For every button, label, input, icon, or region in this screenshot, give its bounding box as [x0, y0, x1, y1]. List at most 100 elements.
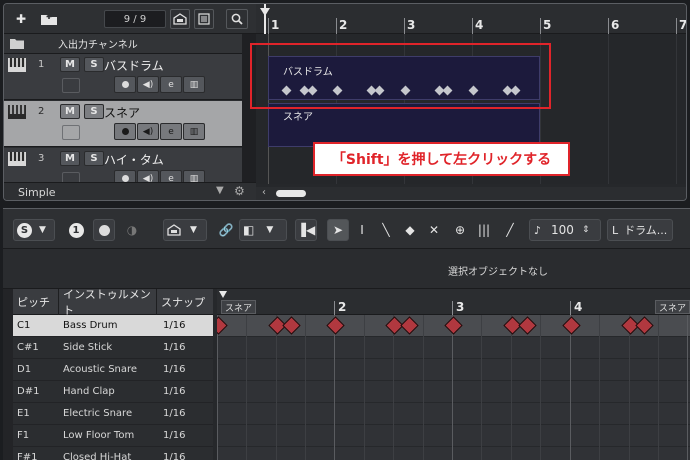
- project-ruler[interactable]: 1 2 3 4 5 6 7: [256, 4, 686, 34]
- track-list-toolbar: ✚ 9 / 9: [4, 4, 256, 34]
- velocity-value: 100: [551, 223, 574, 237]
- cycle-icon[interactable]: ◑: [121, 219, 143, 241]
- highlight-box: [250, 43, 551, 109]
- piano-icon: ▥: [189, 126, 199, 137]
- mute-button[interactable]: M: [60, 57, 80, 72]
- step-input-button[interactable]: 1: [65, 219, 87, 241]
- list-icon[interactable]: [194, 9, 214, 29]
- scroll-left-icon[interactable]: ‹: [262, 187, 266, 198]
- instrument-button[interactable]: ▥: [183, 123, 205, 140]
- mute-button[interactable]: M: [60, 151, 80, 166]
- folder-track-name: 入出力チャンネル: [58, 40, 138, 51]
- scroll-thumb[interactable]: [276, 190, 306, 197]
- solo-editor-button[interactable]: S ▼: [13, 219, 55, 241]
- edit-button[interactable]: e: [160, 123, 182, 140]
- dropdown-icon: ▼: [39, 225, 46, 235]
- folder-icon: [10, 39, 24, 49]
- add-track-icon[interactable]: ✚: [12, 9, 30, 29]
- ruler-bar: 4: [574, 300, 583, 314]
- instruction-callout: 「Shift」を押して左クリックする: [313, 142, 570, 176]
- auto-scroll-button[interactable]: ▐◀: [295, 219, 317, 241]
- record-icon: [121, 175, 129, 182]
- instrument-icon[interactable]: [170, 9, 190, 29]
- step-icon: 1: [68, 222, 84, 238]
- drum-map-selector[interactable]: L ドラム...: [607, 219, 673, 241]
- ruler-bar: 1: [271, 18, 280, 32]
- drum-map-name: ドラム...: [624, 224, 668, 237]
- solo-icon: S: [17, 222, 32, 238]
- column-pitch[interactable]: ピッチ: [13, 289, 59, 315]
- list-item[interactable]: D1 Acoustic Snare 1/16: [13, 359, 213, 381]
- draw-icon[interactable]: ╲: [375, 219, 397, 241]
- editor-ruler[interactable]: スネア 2 3 4 スネア: [217, 289, 690, 315]
- velocity-field[interactable]: ♪ 100 ⇕: [529, 219, 601, 241]
- list-item[interactable]: C1 Bass Drum 1/16: [13, 315, 213, 337]
- list-item[interactable]: F#1 Closed Hi-Hat 1/16: [13, 447, 213, 460]
- record-icon: [121, 81, 129, 88]
- piano-icon: [8, 105, 26, 119]
- track-counter: 9 / 9: [104, 10, 166, 28]
- monitor-button[interactable]: ◀): [137, 123, 159, 140]
- mute-button[interactable]: M: [60, 104, 80, 119]
- search-icon[interactable]: [226, 9, 248, 29]
- piano-icon: [8, 58, 26, 72]
- part-name: スネア: [283, 112, 313, 123]
- ruler-bar: 2: [338, 300, 347, 314]
- range-icon[interactable]: I: [351, 219, 373, 241]
- record-icon: [121, 128, 129, 135]
- instrument-button[interactable]: ▥: [183, 76, 205, 93]
- drum-grid[interactable]: [217, 315, 690, 460]
- ruler-bar: 2: [339, 18, 348, 32]
- zoom-icon[interactable]: ⊕: [449, 219, 471, 241]
- track-color-slot[interactable]: [62, 125, 80, 140]
- solo-button[interactable]: S: [84, 151, 104, 166]
- midi-part-snare[interactable]: スネア: [268, 103, 540, 147]
- solo-button[interactable]: S: [84, 57, 104, 72]
- drum-list-header: ピッチ インストゥルメント スナップ: [13, 288, 213, 317]
- ruler-bar: 3: [456, 300, 465, 314]
- instrument-selector[interactable]: ▼: [163, 219, 207, 241]
- line-tool-icon[interactable]: ╱: [499, 219, 521, 241]
- piano-icon: [8, 152, 26, 166]
- selection-info: 選択オブジェクトなし: [448, 267, 548, 278]
- track-row[interactable]: 2 M S スネア ◀) e ▥: [4, 101, 242, 147]
- solo-button[interactable]: S: [84, 104, 104, 119]
- list-item[interactable]: C#1 Side Stick 1/16: [13, 337, 213, 359]
- record-enable-button[interactable]: [114, 123, 136, 140]
- gear-icon[interactable]: ⚙: [234, 184, 245, 198]
- mute-tool-icon[interactable]: ✕: [423, 219, 445, 241]
- preset-name[interactable]: Simple: [18, 186, 56, 199]
- track-name: バスドラム: [104, 59, 164, 73]
- folder-track[interactable]: 入出力チャンネル: [4, 34, 242, 54]
- drum-editor: S ▼ 1 ◑ ▼ 🔗 ◧ ▼ ▐◀ ➤ I ╲ ◆ ✕ ⊕ ||| ╱ ♪ 1…: [3, 208, 690, 460]
- pointer-icon[interactable]: ➤: [327, 219, 349, 241]
- playhead-icon[interactable]: [219, 291, 227, 298]
- drumstick-icon[interactable]: |||: [473, 219, 495, 241]
- edit-button[interactable]: e: [160, 76, 182, 93]
- add-folder-icon[interactable]: [38, 9, 60, 29]
- part-tag: スネア: [655, 300, 690, 314]
- velocity-icon: ♪: [534, 223, 542, 237]
- list-item[interactable]: D#1 Hand Clap 1/16: [13, 381, 213, 403]
- track-color-slot[interactable]: [62, 78, 80, 93]
- column-instrument[interactable]: インストゥルメント: [59, 288, 157, 317]
- column-snap[interactable]: スナップ: [157, 289, 213, 315]
- dropdown-icon: ▼: [190, 225, 197, 235]
- list-item[interactable]: F1 Low Floor Tom 1/16: [13, 425, 213, 447]
- track-controls: ◀) e ▥: [114, 123, 206, 140]
- speaker-icon: ◀): [142, 126, 154, 137]
- snap-selector[interactable]: ◧ ▼: [239, 219, 287, 241]
- eraser-icon[interactable]: ◆: [399, 219, 421, 241]
- record-mode-button[interactable]: [93, 219, 115, 241]
- speaker-icon: ◀): [142, 79, 154, 90]
- track-list: 入出力チャンネル 1 M S バスドラム ◀) e ▥ 2 M S スネア ◀)…: [4, 34, 256, 194]
- link-icon[interactable]: 🔗: [215, 219, 237, 241]
- track-row[interactable]: 1 M S バスドラム ◀) e ▥: [4, 54, 242, 100]
- editor-left-strip: [3, 289, 13, 460]
- monitor-button[interactable]: ◀): [137, 76, 159, 93]
- track-number: 3: [38, 153, 45, 164]
- dropdown-icon[interactable]: ▼: [216, 185, 224, 196]
- horizontal-scrollbar[interactable]: ‹: [256, 187, 686, 200]
- record-enable-button[interactable]: [114, 76, 136, 93]
- list-item[interactable]: E1 Electric Snare 1/16: [13, 403, 213, 425]
